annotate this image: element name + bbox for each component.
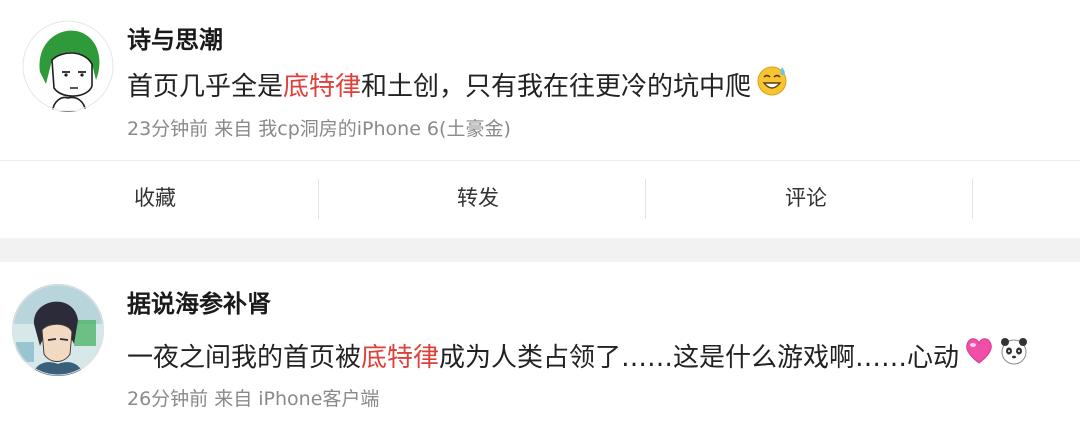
anime-character-avatar-icon — [12, 284, 104, 376]
username[interactable]: 诗与思潮 — [127, 20, 223, 55]
content-text: 和土创，只有我在往更冷的坑中爬 — [361, 72, 752, 102]
post-meta: 26分钟前 来自 iPhone客户端 — [127, 388, 380, 410]
divider — [972, 179, 973, 219]
collect-button[interactable]: 收藏 — [134, 161, 176, 239]
post-meta: 23分钟前 来自 我cp洞房的iPhone 6(土豪金) — [127, 118, 511, 140]
avatar[interactable] — [12, 284, 104, 376]
weibo-post-2: 据说海参补肾 一夜之间我的首页被底特律成为人类占领了……这是什么游戏啊……心动 … — [0, 262, 1080, 436]
username[interactable]: 据说海参补肾 — [127, 284, 271, 319]
highlight-keyword[interactable]: 底特律 — [361, 343, 439, 373]
divider — [318, 179, 319, 219]
divider — [645, 179, 646, 219]
panda-face-emoji — [999, 336, 1029, 375]
repost-button[interactable]: 转发 — [457, 161, 499, 239]
comment-button[interactable]: 评论 — [785, 161, 827, 239]
content-text: 成为人类占领了……这是什么游戏啊……心动 — [439, 343, 960, 373]
highlight-keyword[interactable]: 底特律 — [283, 72, 361, 102]
action-bar: 收藏 转发 评论 — [0, 160, 1080, 239]
content-text: 首页几乎全是 — [127, 72, 284, 102]
cartoon-avatar-icon — [22, 20, 114, 112]
grinning-sweat-emoji — [755, 63, 789, 106]
pink-heart-emoji — [963, 335, 995, 376]
post-separator — [0, 238, 1080, 262]
weibo-post-1: 诗与思潮 首页几乎全是底特律和土创，只有我在往更冷的坑中爬 23分钟前 来自 我… — [0, 0, 1080, 238]
post-content: 一夜之间我的首页被底特律成为人类占领了……这是什么游戏啊……心动 — [127, 338, 1029, 379]
post-content: 首页几乎全是底特律和土创，只有我在往更冷的坑中爬 — [127, 66, 789, 109]
avatar[interactable] — [22, 20, 114, 112]
content-text: 一夜之间我的首页被 — [127, 343, 362, 373]
